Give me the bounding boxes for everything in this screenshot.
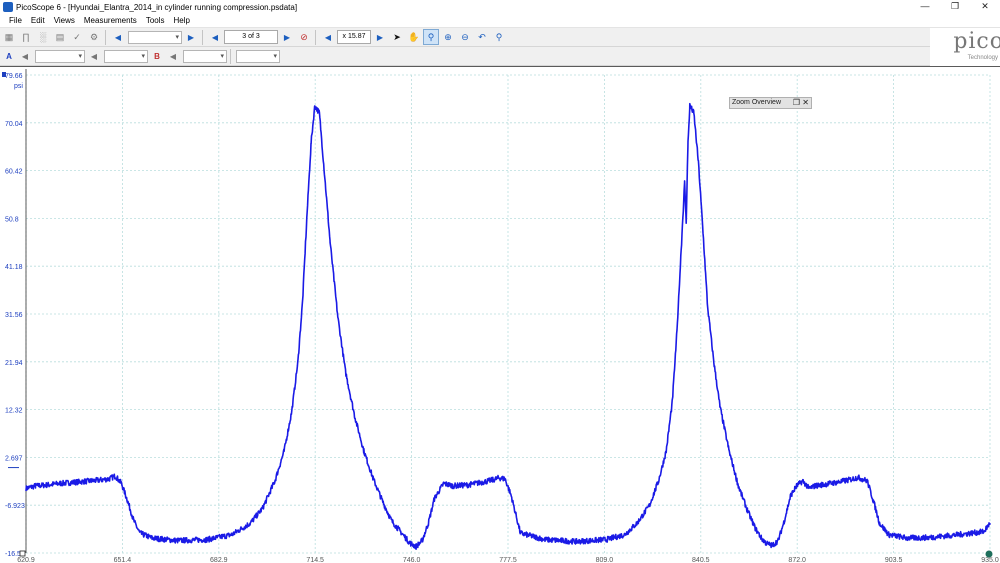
channel-b-button[interactable]: B <box>150 50 164 63</box>
undo-zoom-icon[interactable]: ↶ <box>474 29 490 45</box>
arrow-right-icon[interactable]: ▶ <box>183 29 199 45</box>
menu-bar: File Edit Views Measurements Tools Help <box>0 14 1000 28</box>
waveform-chart[interactable]: 79.66 70.04 60.42 50.8 41.18 31.56 21.94 12.32 2… <box>0 67 1000 563</box>
main-toolbar: ▦ ∏ ░ ▤ ✓ ⚙ ◀ ▶ ◀ 3 of 3 ▶ ⊘ ◀ x 15.87 ▶… <box>0 28 1000 47</box>
spectrum-mode-icon[interactable]: ░ <box>35 29 51 45</box>
y-tick-label: 60.42 <box>5 169 23 176</box>
y-tick-label: 12.32 <box>5 408 23 415</box>
window-title: PicoScope 6 - [Hyundai_Elantra_2014_in c… <box>16 2 298 12</box>
logo-tagline: Technology <box>967 55 998 61</box>
buffer-prev-button[interactable]: ◀ <box>207 29 223 45</box>
channel-a-coupling-dropdown[interactable] <box>104 49 148 63</box>
pointer-icon[interactable]: ➤ <box>389 29 405 45</box>
menu-help[interactable]: Help <box>174 16 190 25</box>
channel-a-range-dropdown[interactable] <box>35 49 85 63</box>
buffer-navigator[interactable]: 3 of 3 <box>224 30 278 44</box>
channel-a-marker <box>2 72 6 77</box>
x-tick-label: 651.4 <box>114 557 132 563</box>
zoom-overview-title: Zoom Overview <box>732 99 782 106</box>
zoom-in-icon[interactable]: ⊕ <box>440 29 456 45</box>
restore-button[interactable]: ❐ <box>940 0 970 14</box>
zoom-next-button[interactable]: ▶ <box>372 29 388 45</box>
y-tick-label: 79.66 <box>5 73 23 80</box>
zoom-prev-button[interactable]: ◀ <box>320 29 336 45</box>
timebase-dropdown[interactable] <box>128 30 182 44</box>
hand-icon[interactable]: ✋ <box>406 29 422 45</box>
y-axis-unit: psi <box>14 83 23 90</box>
close-button[interactable]: ✕ <box>970 0 1000 14</box>
close-icon[interactable]: ✕ <box>802 98 809 107</box>
x-tick-label: 682.9 <box>210 557 228 563</box>
stop-icon[interactable]: ⊘ <box>296 29 312 45</box>
zoom-select-icon[interactable]: ⚲ <box>423 29 439 45</box>
x-tick-label: 620.9 <box>17 557 35 563</box>
channel-a-right-icon[interactable]: ◀ <box>86 48 102 64</box>
menu-file[interactable]: File <box>9 16 22 25</box>
separator <box>202 29 203 45</box>
channel-b-coupling-dropdown[interactable] <box>236 49 280 63</box>
minimize-button[interactable]: — <box>910 0 940 14</box>
zoom-factor-field[interactable]: x 15.87 <box>337 30 371 44</box>
separator <box>315 29 316 45</box>
picoscope-app-icon <box>3 2 13 12</box>
channel-b-left-icon[interactable]: ◀ <box>165 48 181 64</box>
separator <box>105 29 106 45</box>
y-tick-label: 41.18 <box>5 264 23 271</box>
scope-view[interactable]: 79.66 70.04 60.42 50.8 41.18 31.56 21.94 12.32 2… <box>0 66 1000 563</box>
zoom-overview-panel[interactable]: Zoom Overview ❐ ✕ <box>729 97 812 109</box>
zoom-fit-icon[interactable]: ⚲ <box>491 29 507 45</box>
probe-icon[interactable]: ✓ <box>69 29 85 45</box>
x-tick-label: 714.5 <box>306 557 324 563</box>
title-bar: PicoScope 6 - [Hyundai_Elantra_2014_in c… <box>0 0 1000 14</box>
restore-icon[interactable]: ❐ <box>793 98 800 107</box>
channel-a-button[interactable]: A <box>2 50 16 63</box>
y-tick-label: -6.923 <box>5 503 25 510</box>
x-tick-label: 809.0 <box>596 557 614 563</box>
x-tick-label: 777.5 <box>499 557 517 563</box>
channel-b-range-dropdown[interactable] <box>183 49 227 63</box>
y-tick-label: 50.8 <box>5 216 19 223</box>
y-tick-label: 21.94 <box>5 360 23 367</box>
menu-measurements[interactable]: Measurements <box>84 16 137 25</box>
menu-tools[interactable]: Tools <box>146 16 165 25</box>
separator <box>230 48 231 64</box>
buffer-next-button[interactable]: ▶ <box>279 29 295 45</box>
menu-edit[interactable]: Edit <box>31 16 45 25</box>
channel-a-left-icon[interactable]: ◀ <box>17 48 33 64</box>
persistence-mode-icon[interactable]: ∏ <box>18 29 34 45</box>
y-tick-label: 70.04 <box>5 121 23 128</box>
settings-icon[interactable]: ⚙ <box>86 29 102 45</box>
pico-logo: pico Technology <box>930 28 1000 66</box>
menu-views[interactable]: Views <box>54 16 75 25</box>
serial-decode-icon[interactable]: ▤ <box>52 29 68 45</box>
x-tick-label: 935.0 <box>981 557 999 563</box>
zoom-overview-buttons: ❐ ✕ <box>793 98 809 108</box>
y-tick-label: 2.697 <box>5 455 23 462</box>
channel-toolbar: A ◀ ◀ B ◀ <box>0 47 1000 66</box>
x-tick-label: 746.0 <box>403 557 421 563</box>
logo-brand: pico <box>953 29 1000 54</box>
ruler-handle <box>985 550 993 558</box>
arrow-left-icon[interactable]: ◀ <box>110 29 126 45</box>
y-tick-label: 31.56 <box>5 312 23 319</box>
x-tick-label: 872.0 <box>788 557 806 563</box>
x-tick-label: 903.5 <box>885 557 903 563</box>
window-controls: — ❐ ✕ <box>910 0 1000 14</box>
x-tick-label: 840.5 <box>692 557 710 563</box>
scope-mode-icon[interactable]: ▦ <box>1 29 17 45</box>
zoom-out-icon[interactable]: ⊖ <box>457 29 473 45</box>
time-origin-marker <box>19 550 26 557</box>
